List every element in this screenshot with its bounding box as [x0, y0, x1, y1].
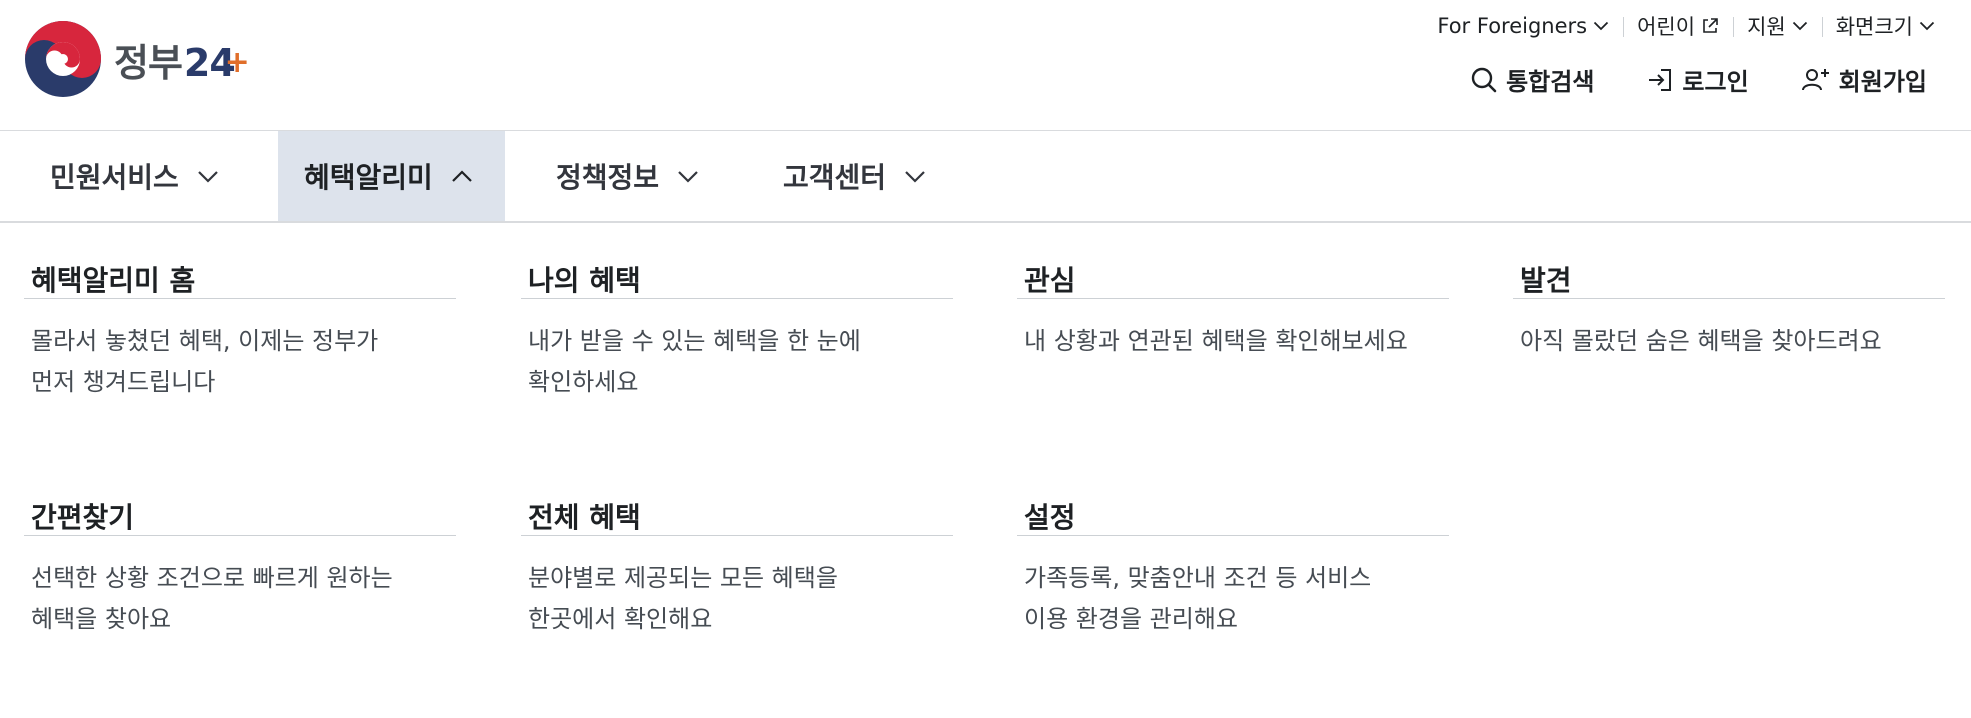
menu-item-all-benefits[interactable]: 전체 혜택 분야별로 제공되는 모든 혜택을 한곳에서 확인해요	[521, 460, 953, 640]
chevron-down-icon	[678, 170, 698, 183]
signup-button-label: 회원가입	[1838, 68, 1927, 96]
chevron-down-icon	[198, 170, 218, 183]
util-screen-size[interactable]: 화면크기	[1821, 11, 1935, 41]
menu-item-title: 간편찾기	[24, 460, 456, 536]
menu-item-title: 혜택알리미 홈	[24, 223, 456, 299]
utility-nav: For Foreigners 어린이 지원 화면크기	[1423, 11, 1935, 41]
util-for-foreigners[interactable]: For Foreigners	[1423, 11, 1623, 41]
menu-item-benefits-home[interactable]: 혜택알리미 홈 몰라서 놓쳤던 혜택, 이제는 정부가 먼저 챙겨드립니다	[24, 223, 456, 403]
menu-item-desc: 선택한 상황 조건으로 빠르게 원하는 혜택을 찾아요	[24, 536, 456, 640]
login-icon	[1649, 68, 1672, 91]
search-button-label: 통합검색	[1506, 68, 1595, 96]
chevron-down-icon	[1792, 21, 1807, 31]
menu-item-title: 발견	[1513, 223, 1945, 299]
menu-item-desc-line: 확인하세요	[528, 368, 639, 396]
menu-item-settings[interactable]: 설정 가족등록, 맞춤안내 조건 등 서비스 이용 환경을 관리해요	[1017, 460, 1449, 640]
gnb-item-civil-services[interactable]: 민원서비스	[24, 131, 245, 221]
util-kids[interactable]: 어린이	[1623, 11, 1733, 41]
menu-item-desc-line: 분야별로 제공되는 모든 혜택을	[528, 564, 838, 592]
menu-item-title: 관심	[1017, 223, 1449, 299]
search-button[interactable]: 통합검색	[1470, 62, 1594, 97]
chevron-down-icon	[1593, 21, 1609, 31]
menu-item-desc: 가족등록, 맞춤안내 조건 등 서비스 이용 환경을 관리해요	[1017, 536, 1449, 640]
chevron-down-icon	[1919, 21, 1935, 31]
menu-item-title: 나의 혜택	[521, 223, 953, 299]
search-icon	[1471, 67, 1497, 92]
menu-item-desc-line: 몰라서 놓쳤던 혜택, 이제는 정부가	[31, 327, 379, 355]
menu-item-desc-line: 내가 받을 수 있는 혜택을 한 눈에	[528, 327, 861, 355]
menu-item-title: 전체 혜택	[521, 460, 953, 536]
logo-plus: +	[224, 44, 250, 80]
menu-item-desc-line: 가족등록, 맞춤안내 조건 등 서비스	[1024, 564, 1372, 592]
global-nav: 민원서비스 혜택알리미 정책정보 고객센터	[0, 131, 1971, 223]
gnb-item-policy-info[interactable]: 정책정보	[530, 131, 725, 221]
menu-item-desc: 아직 몰랐던 숨은 혜택을 찾아드려요	[1513, 299, 1945, 362]
util-label: 화면크기	[1835, 15, 1913, 39]
gnb-item-label: 혜택알리미	[304, 161, 433, 194]
logo-text-num: 24 +	[184, 41, 250, 85]
menu-item-title: 설정	[1017, 460, 1449, 536]
menu-item-desc: 몰라서 놓쳤던 혜택, 이제는 정부가 먼저 챙겨드립니다	[24, 299, 456, 403]
menu-item-desc-line: 선택한 상황 조건으로 빠르게 원하는	[31, 564, 393, 592]
gnb-item-benefits-alert[interactable]: 혜택알리미	[278, 131, 505, 221]
util-support[interactable]: 지원	[1733, 11, 1822, 41]
util-label: 어린이	[1637, 15, 1696, 39]
user-add-icon	[1801, 68, 1829, 90]
menu-item-desc-line: 이용 환경을 관리해요	[1024, 605, 1238, 633]
site-header: 정부 24 + For Foreigners 어린이 지원 화면크기 통합검색	[0, 0, 1971, 131]
gnb-item-label: 민원서비스	[50, 161, 179, 194]
menu-item-quick-search[interactable]: 간편찾기 선택한 상황 조건으로 빠르게 원하는 혜택을 찾아요	[24, 460, 456, 640]
taegeuk-logo-icon	[25, 21, 101, 97]
header-actions: 통합검색 로그인 회원가입	[1470, 62, 1927, 97]
logo-wordmark: 정부 24 +	[114, 32, 250, 87]
gnb-item-customer-center[interactable]: 고객센터	[757, 131, 952, 221]
menu-item-desc-line: 내 상황과 연관된 혜택을 확인해보세요	[1024, 327, 1408, 355]
login-button[interactable]: 로그인	[1646, 62, 1749, 97]
login-button-label: 로그인	[1682, 68, 1749, 96]
menu-item-interest[interactable]: 관심 내 상황과 연관된 혜택을 확인해보세요	[1017, 223, 1449, 362]
util-label: 지원	[1747, 15, 1786, 39]
gnb-item-label: 정책정보	[556, 161, 660, 194]
benefits-megamenu: 혜택알리미 홈 몰라서 놓쳤던 혜택, 이제는 정부가 먼저 챙겨드립니다 나의…	[0, 223, 1971, 718]
menu-item-discover[interactable]: 발견 아직 몰랐던 숨은 혜택을 찾아드려요	[1513, 223, 1945, 362]
signup-button[interactable]: 회원가입	[1801, 62, 1927, 97]
gnb-item-label: 고객센터	[783, 161, 887, 194]
gov24-logo[interactable]: 정부 24 +	[24, 20, 250, 98]
menu-item-my-benefits[interactable]: 나의 혜택 내가 받을 수 있는 혜택을 한 눈에 확인하세요	[521, 223, 953, 403]
menu-item-desc: 내가 받을 수 있는 혜택을 한 눈에 확인하세요	[521, 299, 953, 403]
external-link-icon	[1703, 18, 1718, 33]
chevron-down-icon	[905, 170, 925, 183]
chevron-up-icon	[452, 169, 472, 182]
menu-item-desc: 내 상황과 연관된 혜택을 확인해보세요	[1017, 299, 1449, 362]
menu-item-desc-line: 아직 몰랐던 숨은 혜택을 찾아드려요	[1520, 327, 1882, 355]
logo-text-ko: 정부	[114, 40, 183, 85]
menu-item-desc-line: 한곳에서 확인해요	[528, 605, 713, 633]
util-label: For Foreigners	[1437, 14, 1588, 38]
menu-item-desc-line: 먼저 챙겨드립니다	[31, 368, 216, 396]
menu-item-desc: 분야별로 제공되는 모든 혜택을 한곳에서 확인해요	[521, 536, 953, 640]
menu-item-desc-line: 혜택을 찾아요	[31, 605, 172, 633]
